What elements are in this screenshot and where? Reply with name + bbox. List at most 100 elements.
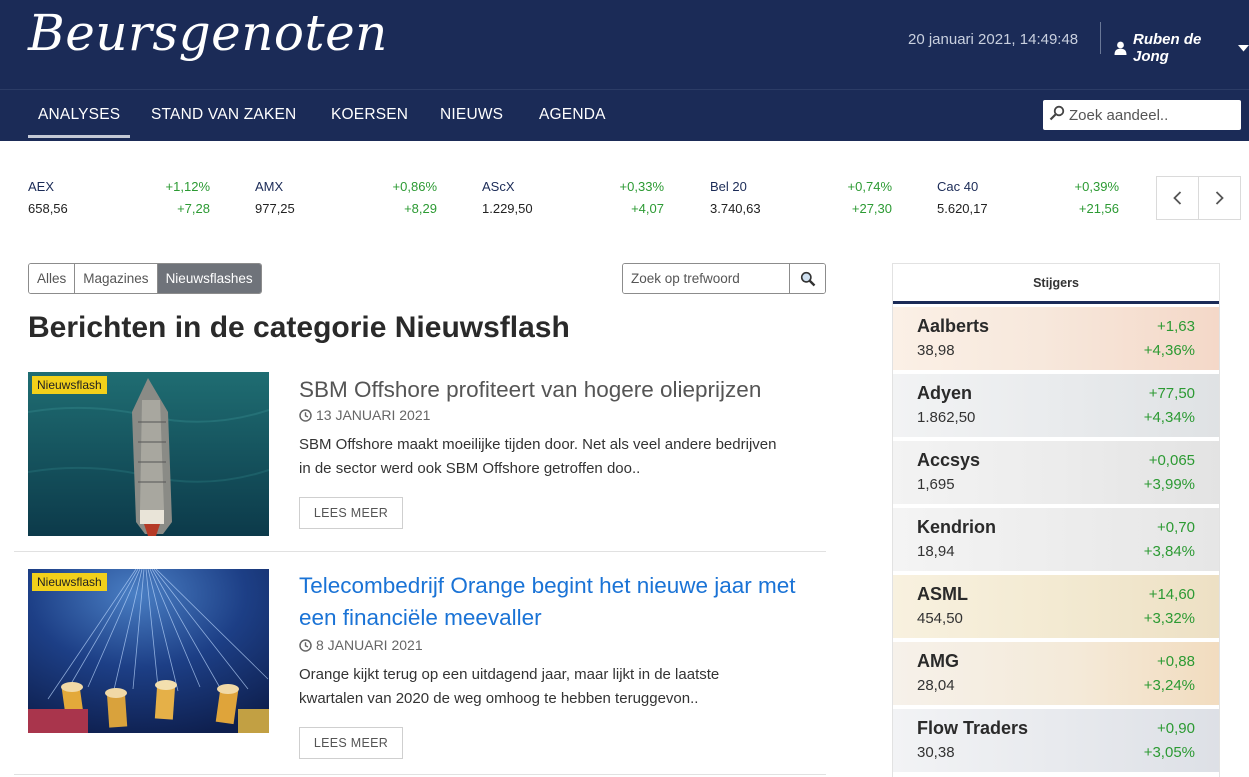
article-divider <box>14 774 826 775</box>
article-date: 13 JANUARI 2021 <box>299 407 430 423</box>
stock-change-abs: +0,90 <box>1157 720 1195 737</box>
category-filter: Alles Magazines Nieuwsflashes <box>28 263 262 294</box>
index-ticker: AEX 658,56 +1,12% +7,28 AMX 977,25 +0,86… <box>0 141 1249 239</box>
stock-search-input[interactable] <box>1069 106 1239 124</box>
stock-name: Aalberts <box>917 316 990 336</box>
user-icon <box>1114 41 1127 55</box>
stock-search[interactable] <box>1043 100 1241 130</box>
ticker-item[interactable]: AMX 977,25 +0,86% +8,29 <box>255 179 437 219</box>
stock-value: 18,94 <box>917 543 955 560</box>
article-title[interactable]: SBM Offshore profiteert van hogere oliep… <box>299 374 799 406</box>
keyword-search-button[interactable] <box>789 264 825 293</box>
stock-change-pct: +3,05% <box>1143 744 1195 761</box>
ticker-abs: +7,28 <box>177 201 210 216</box>
site-logo[interactable]: Beursgenoten <box>28 4 388 62</box>
category-badge: Nieuwsflash <box>32 376 107 394</box>
ticker-item[interactable]: AEX 658,56 +1,12% +7,28 <box>28 179 210 219</box>
stock-change-pct: +4,34% <box>1143 409 1195 426</box>
stock-value: 28,04 <box>917 677 955 694</box>
header-divider <box>1100 22 1101 54</box>
riser-row[interactable]: Adyen 1.862,50 +77,50 +4,34% <box>893 374 1219 439</box>
ticker-name: AEX <box>28 179 55 194</box>
article-title[interactable]: Telecombedrijf Orange begint het nieuwe … <box>299 570 799 634</box>
ticker-nav <box>1156 176 1241 220</box>
category-badge: Nieuwsflash <box>32 573 107 591</box>
ticker-value: 977,25 <box>255 201 295 216</box>
stock-change-pct: +3,99% <box>1143 476 1195 493</box>
stock-name: Kendrion <box>917 517 996 537</box>
nav-agenda[interactable]: AGENDA <box>539 106 606 124</box>
current-datetime: 20 januari 2021, 14:49:48 <box>908 31 1079 48</box>
stock-change-abs: +0,065 <box>1148 452 1195 469</box>
clock-icon <box>299 408 312 422</box>
stock-change-pct: +3,32% <box>1143 610 1195 627</box>
user-menu[interactable]: Ruben de Jong <box>1114 31 1249 65</box>
article-image[interactable]: Nieuwsflash <box>28 372 269 536</box>
ticker-value: 658,56 <box>28 201 68 216</box>
stock-change-abs: +1,63 <box>1157 318 1195 335</box>
stock-name: Accsys <box>917 450 981 470</box>
ticker-prev-button[interactable] <box>1157 177 1199 219</box>
ticker-abs: +8,29 <box>404 201 437 216</box>
riser-row[interactable]: AMG 28,04 +0,88 +3,24% <box>893 642 1219 707</box>
risers-panel: Stijgers Aalberts 38,98 +1,63 +4,36% Ady… <box>892 263 1220 777</box>
article-divider <box>14 551 826 552</box>
user-name: Ruben de Jong <box>1133 31 1202 65</box>
ticker-value: 3.740,63 <box>710 201 761 216</box>
filter-nieuwsflashes[interactable]: Nieuwsflashes <box>157 264 261 293</box>
ticker-pct: +1,12% <box>165 179 210 194</box>
ticker-name: Cac 40 <box>937 179 979 194</box>
stock-change-abs: +14,60 <box>1148 586 1195 603</box>
filter-alles[interactable]: Alles <box>29 264 76 293</box>
riser-row[interactable]: Kendrion 18,94 +0,70 +3,84% <box>893 508 1219 573</box>
stock-name: ASML <box>917 584 968 604</box>
stock-value: 454,50 <box>917 610 963 627</box>
ticker-name: AMX <box>255 179 284 194</box>
ticker-name: AScX <box>482 179 515 194</box>
nav-analyses[interactable]: ANALYSES <box>27 106 131 138</box>
article-date-text: 13 JANUARI 2021 <box>316 407 431 423</box>
article-card: Nieuwsflash Telecombedrijf Orange begint… <box>28 569 826 769</box>
ticker-next-button[interactable] <box>1199 177 1240 219</box>
stock-name: Adyen <box>917 383 973 403</box>
ticker-abs: +21,56 <box>1078 201 1119 216</box>
clock-icon <box>299 638 312 652</box>
read-more-button[interactable]: LEES MEER <box>299 497 403 529</box>
ticker-pct: +0,33% <box>619 179 664 194</box>
keyword-search-input[interactable] <box>623 264 789 293</box>
stock-change-abs: +0,70 <box>1157 519 1195 536</box>
stock-change-abs: +77,50 <box>1148 385 1195 402</box>
article-image[interactable]: Nieuwsflash <box>28 569 269 733</box>
article-date-text: 8 JANUARI 2021 <box>316 637 423 653</box>
stock-name: AMG <box>917 651 959 671</box>
nav-stand-van-zaken[interactable]: STAND VAN ZAKEN <box>151 106 296 124</box>
riser-row[interactable]: Flow Traders 30,38 +0,90 +3,05% <box>893 709 1219 774</box>
read-more-button[interactable]: LEES MEER <box>299 727 403 759</box>
stock-name: Flow Traders <box>917 718 1029 738</box>
stock-change-pct: +3,24% <box>1143 677 1195 694</box>
main-nav: ANALYSES STAND VAN ZAKEN KOERSEN NIEUWS … <box>0 89 1249 141</box>
chevron-right-icon <box>1215 191 1224 205</box>
caret-down-icon <box>1238 44 1249 52</box>
ticker-item[interactable]: Bel 20 3.740,63 +0,74% +27,30 <box>710 179 892 219</box>
search-icon <box>1049 105 1065 126</box>
page-title: Berichten in de categorie Nieuwsflash <box>28 311 570 344</box>
chevron-left-icon <box>1173 191 1182 205</box>
keyword-search <box>622 263 826 294</box>
stock-change-pct: +3,84% <box>1143 543 1195 560</box>
article-card: Nieuwsflash SBM Offshore profiteert van … <box>28 372 826 536</box>
ticker-pct: +0,39% <box>1074 179 1119 194</box>
ticker-item[interactable]: Cac 40 5.620,17 +0,39% +21,56 <box>937 179 1119 219</box>
ticker-item[interactable]: AScX 1.229,50 +0,33% +4,07 <box>482 179 664 219</box>
riser-row[interactable]: Aalberts 38,98 +1,63 +4,36% <box>893 307 1219 372</box>
nav-nieuws[interactable]: NIEUWS <box>440 106 503 124</box>
ticker-abs: +4,07 <box>631 201 664 216</box>
riser-row[interactable]: ASML 454,50 +14,60 +3,32% <box>893 575 1219 640</box>
riser-row[interactable]: Accsys 1,695 +0,065 +3,99% <box>893 441 1219 506</box>
filter-magazines[interactable]: Magazines <box>75 264 158 293</box>
nav-koersen[interactable]: KOERSEN <box>331 106 408 124</box>
stock-value: 1.862,50 <box>917 409 976 426</box>
article-date: 8 JANUARI 2021 <box>299 637 423 653</box>
ticker-pct: +0,86% <box>392 179 437 194</box>
ticker-value: 5.620,17 <box>937 201 988 216</box>
